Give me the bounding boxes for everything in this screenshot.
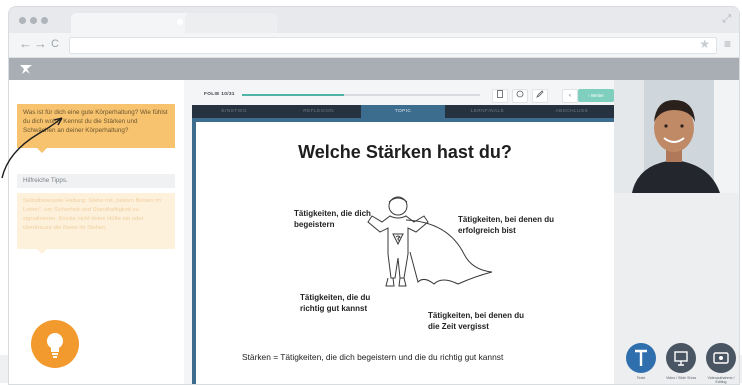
browser-window: ⤢ ← → C ★ ≡ Was ist für dich eine gute K… <box>8 6 740 385</box>
label-zeit-vergisst: Tätigkeiten, bei denen du die Zeit vergi… <box>428 311 525 331</box>
section-tabs: EINSTIEG REFLEXION TOPIC LERNFINALE ABSC… <box>192 105 614 118</box>
address-row: ← → C ★ ≡ <box>9 33 739 58</box>
browser-tab-bar: ⤢ <box>9 7 739 33</box>
text-t-icon <box>635 349 647 366</box>
webcam-video[interactable] <box>614 80 739 193</box>
text-tool-button[interactable] <box>626 343 656 373</box>
superhero-illustration <box>367 196 493 287</box>
slide-formula: Stärken = Tätigkeiten, die dich begeiste… <box>242 352 504 362</box>
window-zoom-dot[interactable] <box>41 17 48 24</box>
tips-body: Selbstbewusste Haltung: Stehe mit „beide… <box>17 193 175 254</box>
recording-panel: Texte Video / Slide Show Videoaufnahme /… <box>614 193 739 384</box>
tab-einstieg[interactable]: EINSTIEG <box>192 105 276 118</box>
slideshow-button[interactable] <box>666 343 696 373</box>
document-button[interactable] <box>492 89 508 103</box>
video-screen-icon <box>713 352 729 364</box>
presentation-icon <box>674 351 688 366</box>
slideshow-label: Video / Slide Show <box>665 376 697 380</box>
slide-canvas: Welche Stärken hast du? Tätigkeiten, die… <box>192 118 618 384</box>
menu-icon[interactable]: ≡ <box>724 37 731 51</box>
app-logo-icon[interactable] <box>19 62 33 76</box>
tab-abschluss[interactable]: ABSCHLUSS <box>530 105 614 118</box>
notes-icon <box>516 90 524 98</box>
expand-icon[interactable]: ⤢ <box>722 13 731 26</box>
tab-reflexion[interactable]: REFLEXION <box>276 105 360 118</box>
slide-title: Welche Stärken hast du? <box>298 142 512 162</box>
progress-row: FOLIE 10/31 ‹ › Weiter <box>184 86 614 104</box>
window-close-dot[interactable] <box>19 17 26 24</box>
lightbulb-button[interactable] <box>31 320 79 368</box>
forward-arrow-icon[interactable]: → <box>34 36 47 52</box>
text-tool-label: Texte <box>636 376 646 380</box>
window-minimize-dot[interactable] <box>30 17 37 24</box>
slide-counter: FOLIE 10/31 <box>204 92 235 97</box>
reload-icon[interactable]: C <box>51 36 59 52</box>
tab-lernfinale[interactable]: LERNFINALE <box>445 105 529 118</box>
app-header <box>9 58 739 80</box>
back-arrow-icon[interactable]: ← <box>19 36 32 52</box>
progress-track <box>242 94 480 96</box>
browser-tab-inactive[interactable] <box>185 13 277 33</box>
edit-button[interactable] <box>532 89 548 103</box>
next-slide-button[interactable]: › Weiter <box>578 89 614 102</box>
lightbulb-icon <box>47 333 63 358</box>
tab-topic[interactable]: TOPIC <box>360 105 446 118</box>
presenter-video-image <box>614 80 739 193</box>
notes-button[interactable] <box>512 89 528 103</box>
browser-tab-active[interactable] <box>71 13 191 33</box>
annotation-arrow <box>1 117 63 179</box>
tab-close-icon[interactable] <box>177 19 183 25</box>
video-recording-button[interactable] <box>706 343 736 373</box>
edit-icon <box>536 90 544 98</box>
bookmark-star-icon[interactable]: ★ <box>699 37 710 51</box>
address-bar[interactable]: ★ <box>69 37 717 54</box>
document-icon <box>497 90 503 98</box>
prev-slide-button[interactable]: ‹ <box>562 89 578 103</box>
progress-fill <box>242 94 345 96</box>
lesson-area: FOLIE 10/31 ‹ › Weiter EINSTIEG REFLEXIO… <box>184 80 618 384</box>
